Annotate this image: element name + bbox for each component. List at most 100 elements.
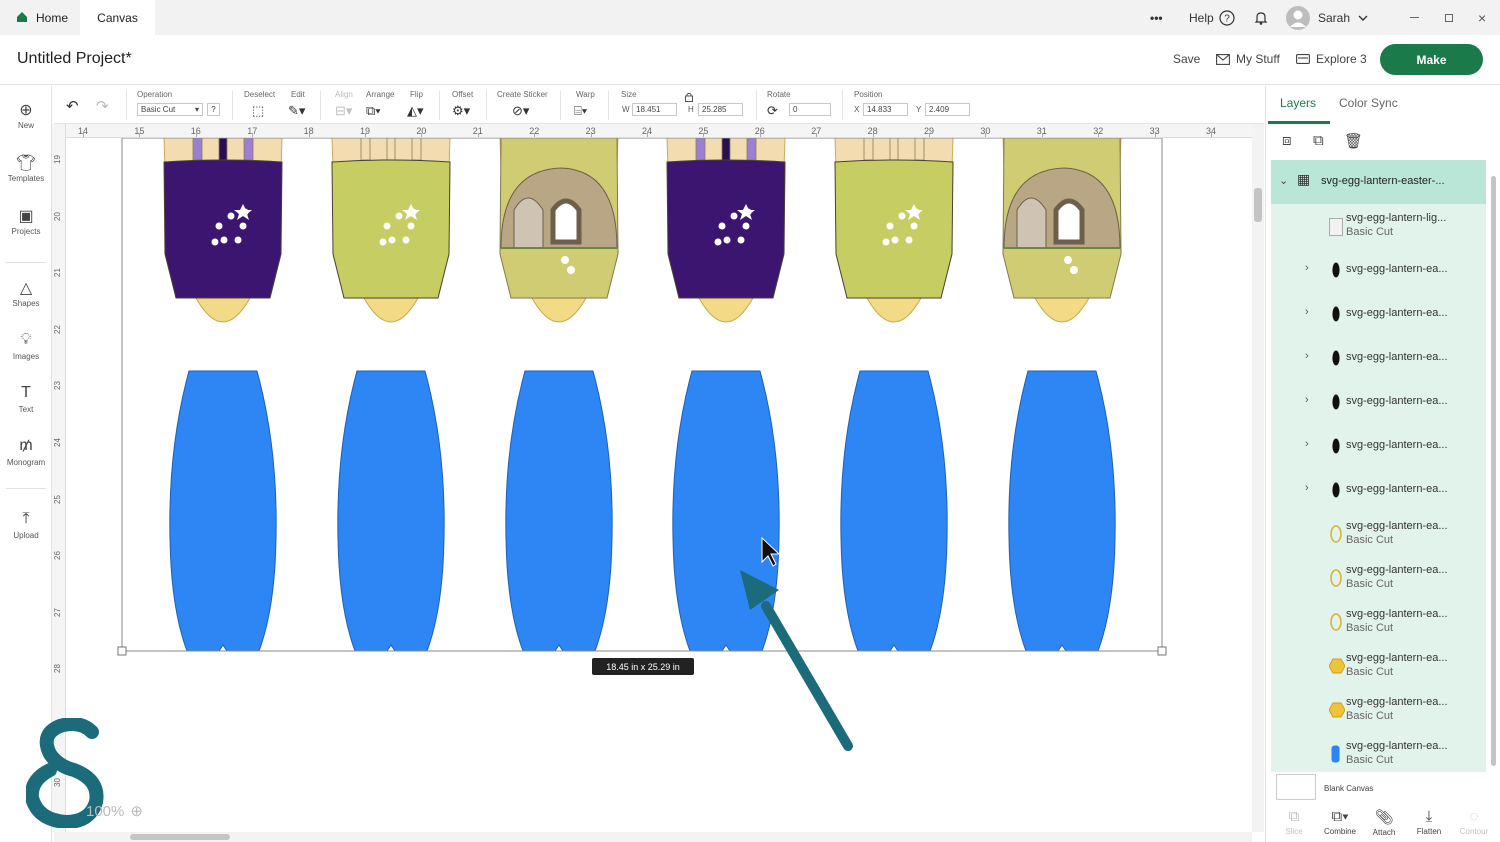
- nav-images[interactable]: 💡︎ Images: [0, 331, 52, 361]
- lantern-body[interactable]: [331, 159, 451, 299]
- zoom-control[interactable]: 100% ⊕: [86, 802, 143, 821]
- lantern-body[interactable]: [834, 159, 954, 299]
- lantern-cross[interactable]: [386, 138, 396, 163]
- layer-row[interactable]: › svg-egg-lantern-ea...: [1271, 380, 1486, 424]
- layer-row[interactable]: svg-egg-lantern-ea... Basic Cut: [1271, 644, 1486, 688]
- nav-monogram[interactable]: ₥ Monogram: [0, 437, 52, 467]
- tab-canvas[interactable]: Canvas: [80, 0, 155, 35]
- nav-templates[interactable]: 👕︎ Templates: [0, 153, 52, 183]
- chevron-right-icon[interactable]: ›: [1305, 438, 1309, 450]
- lantern-cap[interactable]: [531, 297, 587, 323]
- horizontal-scrollbar[interactable]: [54, 832, 1252, 842]
- lantern-cross[interactable]: [695, 138, 706, 161]
- layer-row[interactable]: › svg-egg-lantern-ea...: [1271, 248, 1486, 292]
- make-button[interactable]: Make: [1380, 44, 1483, 75]
- lantern-top-3[interactable]: [499, 138, 619, 323]
- lantern-bottom-3[interactable]: [505, 370, 613, 652]
- nav-upload[interactable]: ⤒ Upload: [0, 510, 52, 540]
- operation-select[interactable]: Basic Cut ▾: [137, 103, 203, 116]
- layer-row[interactable]: svg-egg-lantern-ea... Basic Cut: [1271, 556, 1486, 600]
- lantern-cap[interactable]: [698, 297, 754, 323]
- duplicate-icon[interactable]: ⧉: [1313, 132, 1324, 149]
- layer-row[interactable]: svg-egg-lantern-ea... Basic Cut: [1271, 688, 1486, 732]
- lantern-top-6[interactable]: [1002, 138, 1122, 323]
- layer-row[interactable]: svg-egg-lantern-ea... Basic Cut: [1271, 732, 1486, 772]
- lantern-cross[interactable]: [360, 138, 371, 161]
- layers-scrollbar[interactable]: [1488, 160, 1498, 772]
- flatten-button[interactable]: ⤓ Flatten: [1407, 808, 1451, 836]
- more-options-button[interactable]: •••: [1150, 0, 1163, 35]
- lantern-cap[interactable]: [1034, 297, 1090, 323]
- combine-button[interactable]: ⧉▾ Combine: [1318, 808, 1362, 836]
- lantern-bottom-6[interactable]: [1008, 370, 1116, 652]
- lantern-cross[interactable]: [243, 138, 254, 161]
- chevron-right-icon[interactable]: ›: [1305, 350, 1309, 362]
- lantern-cross[interactable]: [746, 138, 757, 161]
- warp-icon[interactable]: ⌸▾: [574, 103, 587, 119]
- scroll-thumb[interactable]: [130, 834, 230, 840]
- align-icon[interactable]: ⊟▾: [335, 103, 352, 119]
- slice-button[interactable]: ⧉ Slice: [1272, 808, 1316, 836]
- lantern-bottom-5[interactable]: [840, 370, 948, 652]
- tab-layers[interactable]: Layers: [1280, 96, 1316, 110]
- maximize-button[interactable]: [1445, 0, 1453, 35]
- layers-list[interactable]: ⌄ ▦ svg-egg-lantern-easter-... svg-egg-l…: [1271, 160, 1486, 772]
- user-menu[interactable]: Sarah: [1286, 0, 1368, 35]
- contour-button[interactable]: ◌ Contour: [1452, 808, 1496, 836]
- offset-icon[interactable]: ⚙▾: [452, 103, 470, 119]
- lantern-bottom-2[interactable]: [337, 370, 445, 652]
- tab-home[interactable]: Home: [8, 0, 68, 35]
- sticker-icon[interactable]: ⊘▾: [512, 103, 529, 119]
- chevron-right-icon[interactable]: ›: [1305, 306, 1309, 318]
- lantern-cross[interactable]: [218, 138, 228, 163]
- explore-button[interactable]: Explore 3: [1296, 52, 1367, 66]
- lantern-cap[interactable]: [363, 297, 419, 323]
- layer-row[interactable]: svg-egg-lantern-lig... Basic Cut: [1271, 204, 1486, 248]
- lantern-bottom-1[interactable]: [169, 370, 277, 652]
- chevron-right-icon[interactable]: ›: [1305, 394, 1309, 406]
- attach-button[interactable]: 📎︎ Attach: [1362, 808, 1406, 837]
- lantern-cross[interactable]: [192, 138, 203, 161]
- nav-new[interactable]: ⊕ New: [0, 100, 52, 130]
- rotate-input[interactable]: 0: [789, 103, 831, 116]
- layer-row[interactable]: svg-egg-lantern-ea... Basic Cut: [1271, 600, 1486, 644]
- lock-icon[interactable]: [685, 92, 693, 102]
- my-stuff-button[interactable]: My Stuff: [1216, 52, 1280, 66]
- zoom-in-icon[interactable]: ⊕: [130, 802, 143, 820]
- trash-icon[interactable]: 🗑︎: [1344, 132, 1363, 150]
- canvas-artwork[interactable]: [66, 138, 1252, 832]
- deselect-icon[interactable]: ⬚: [252, 103, 264, 119]
- chevron-right-icon[interactable]: ›: [1305, 262, 1309, 274]
- lantern-cross[interactable]: [721, 138, 731, 163]
- nav-projects[interactable]: ▣ Projects: [0, 206, 52, 236]
- lantern-top-4[interactable]: [666, 138, 786, 323]
- width-input[interactable]: 18.451: [632, 103, 677, 116]
- save-button[interactable]: Save: [1173, 52, 1200, 66]
- tab-color-sync[interactable]: Color Sync: [1339, 96, 1398, 110]
- chevron-right-icon[interactable]: ›: [1305, 482, 1309, 494]
- layer-row[interactable]: › svg-egg-lantern-ea...: [1271, 292, 1486, 336]
- minimize-button[interactable]: [1410, 0, 1419, 35]
- position-y-input[interactable]: 2.409: [925, 103, 970, 116]
- project-title[interactable]: Untitled Project*: [17, 50, 132, 68]
- layer-row[interactable]: › svg-egg-lantern-ea...: [1271, 468, 1486, 512]
- height-input[interactable]: 25.285: [698, 103, 743, 116]
- lantern-cap[interactable]: [866, 297, 922, 323]
- nav-shapes[interactable]: △ Shapes: [0, 278, 52, 308]
- undo-icon[interactable]: ↶: [66, 97, 79, 115]
- group-icon[interactable]: ⧈: [1282, 132, 1292, 149]
- lantern-top-1[interactable]: [163, 138, 283, 323]
- redo-icon[interactable]: ↷: [96, 97, 109, 115]
- flip-icon[interactable]: ◭▾: [407, 103, 424, 119]
- pencil-icon[interactable]: ✎▾: [288, 103, 305, 119]
- operation-help-button[interactable]: ?: [207, 103, 220, 116]
- lantern-cap[interactable]: [195, 297, 251, 323]
- blank-canvas-swatch[interactable]: [1276, 774, 1316, 800]
- arrange-icon[interactable]: ⧉▾: [366, 103, 381, 119]
- layer-row[interactable]: svg-egg-lantern-ea... Basic Cut: [1271, 512, 1486, 556]
- design-canvas[interactable]: [66, 138, 1252, 832]
- layer-row[interactable]: › svg-egg-lantern-ea...: [1271, 424, 1486, 468]
- lantern-cross[interactable]: [889, 138, 899, 163]
- lantern-cross[interactable]: [411, 138, 422, 161]
- lantern-body[interactable]: [163, 159, 283, 299]
